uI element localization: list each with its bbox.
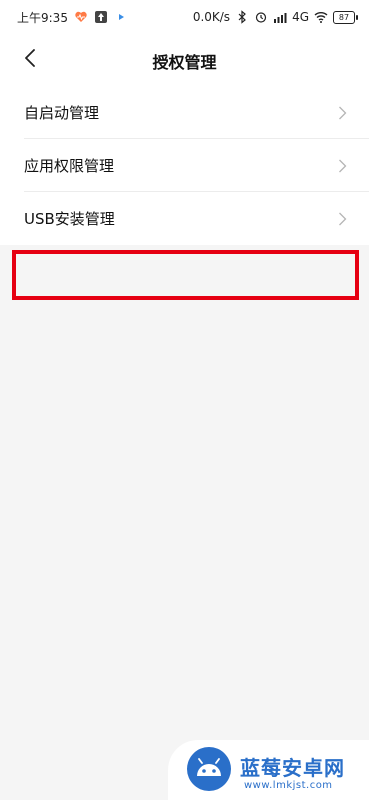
list-item-autostart-management[interactable]: 自启动管理 xyxy=(0,86,369,139)
page-header: 授权管理 xyxy=(0,34,369,86)
status-bar-left: 上午9:35 xyxy=(17,9,128,25)
alarm-icon xyxy=(254,10,268,24)
chevron-right-icon xyxy=(338,211,347,226)
play-notification-icon xyxy=(114,10,128,24)
status-bar: 上午9:35 0.0K/s 4G 87 xyxy=(0,0,369,34)
hd-signal-icon xyxy=(273,10,287,24)
list-item-usb-install-management[interactable]: USB安装管理 xyxy=(0,192,369,245)
wifi-icon xyxy=(314,10,328,24)
health-heart-icon xyxy=(74,10,88,24)
settings-list: 自启动管理 应用权限管理 USB安装管理 xyxy=(0,86,369,245)
status-time: 上午9:35 xyxy=(17,10,68,25)
chevron-right-icon xyxy=(338,105,347,120)
upload-notification-icon xyxy=(94,10,108,24)
network-type: 4G xyxy=(292,10,309,24)
bluetooth-icon xyxy=(235,10,249,24)
battery-icon: 87 xyxy=(333,10,358,24)
page-title: 授权管理 xyxy=(152,53,217,72)
watermark-url: www.lmkjst.com xyxy=(244,780,333,791)
android-logo-icon xyxy=(186,746,232,792)
net-speed: 0.0K/s xyxy=(192,10,231,24)
watermark: 蓝莓安卓网 www.lmkjst.com xyxy=(168,740,369,800)
chevron-right-icon xyxy=(338,158,347,173)
watermark-title: 蓝莓安卓网 xyxy=(240,756,345,780)
list-item-label: 应用权限管理 xyxy=(24,157,115,175)
highlight-box xyxy=(12,250,359,300)
status-bar-right: 0.0K/s 4G 87 xyxy=(192,9,358,25)
list-item-app-permission-management[interactable]: 应用权限管理 xyxy=(0,139,369,192)
list-item-label: USB安装管理 xyxy=(24,210,115,228)
list-item-label: 自启动管理 xyxy=(24,104,100,122)
